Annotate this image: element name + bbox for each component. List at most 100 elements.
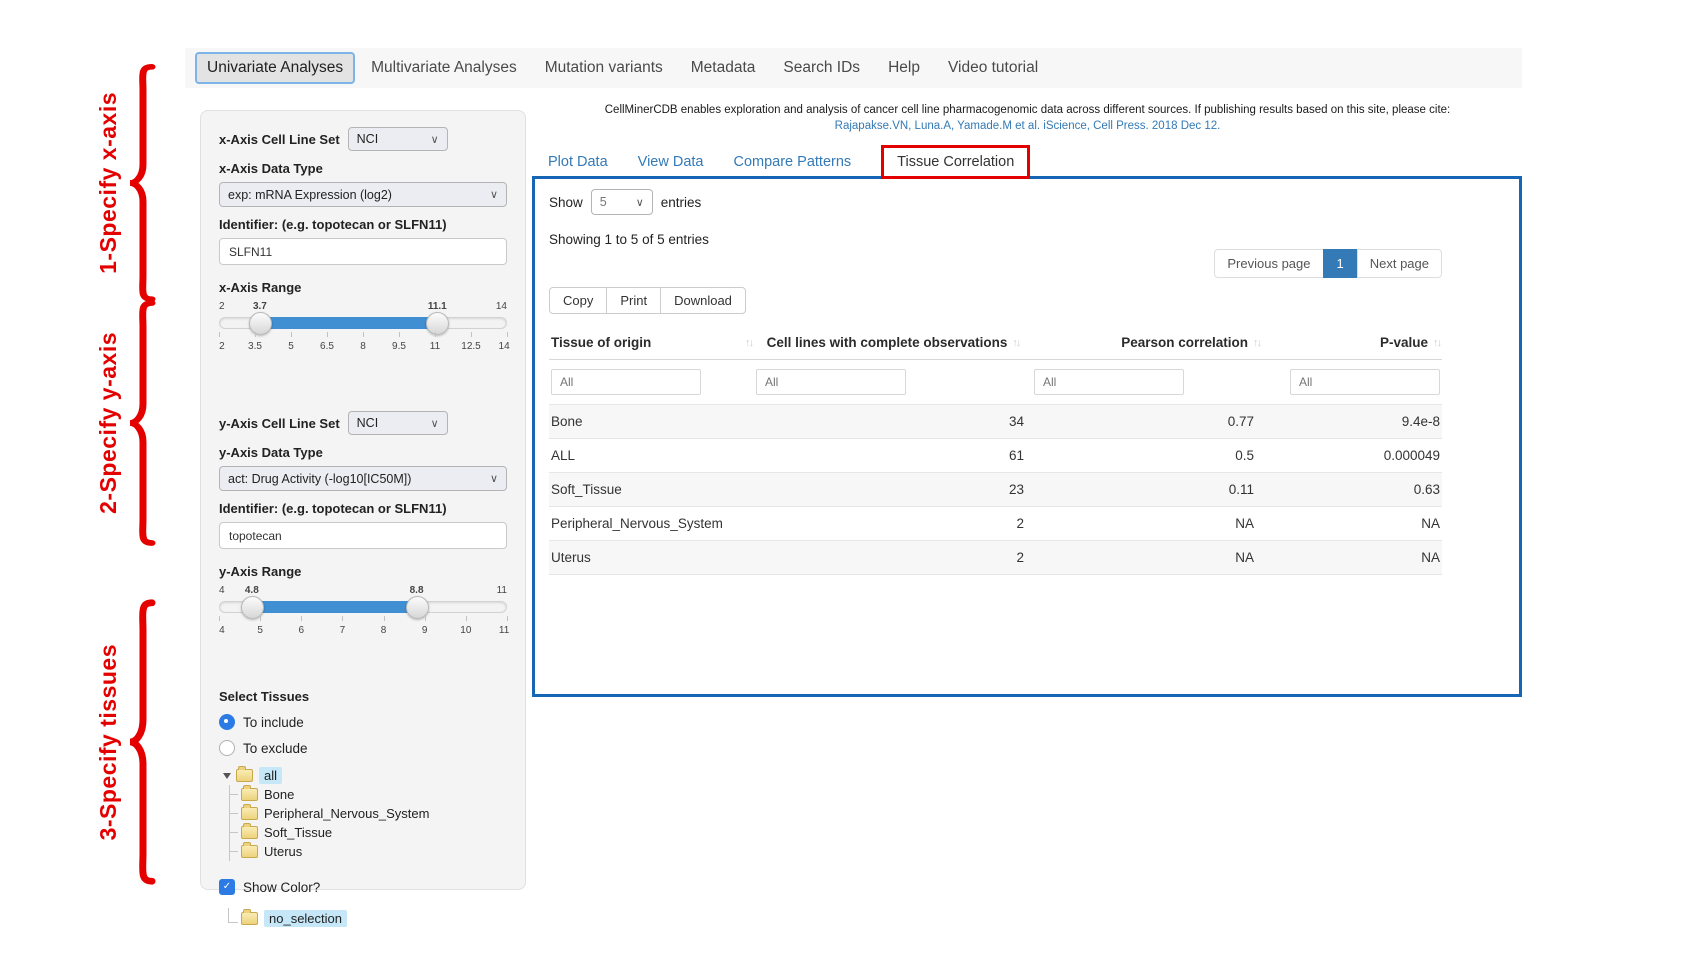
page-size-value: 5 (600, 195, 607, 209)
x-cell-line-set-value: NCI (357, 132, 379, 146)
subtab-tissue-correlation[interactable]: Tissue Correlation (881, 145, 1030, 179)
slider-selected-range (252, 601, 417, 613)
include-radio[interactable] (219, 714, 235, 730)
result-subtabs: Plot Data View Data Compare Patterns Tis… (548, 145, 1030, 179)
filter-pearson-input[interactable] (1034, 369, 1184, 395)
top-navbar: Univariate Analyses Multivariate Analyse… (185, 48, 1522, 88)
tab-video-tutorial[interactable]: Video tutorial (936, 52, 1050, 84)
y-axis-range-slider[interactable]: 4 4.8 8.8 11 4 5 6 7 8 9 10 11 (219, 585, 507, 647)
download-button[interactable]: Download (660, 287, 746, 314)
filter-tissue-input[interactable] (551, 369, 701, 395)
show-color-label: Show Color? (243, 880, 320, 895)
pagination: Previous page 1 Next page (549, 249, 1442, 278)
tree-node-uterus[interactable]: Uterus (264, 844, 302, 859)
folder-icon (241, 845, 258, 858)
citation: CellMinerCDB enables exploration and ana… (535, 104, 1520, 132)
y-cell-line-set-value: NCI (357, 416, 379, 430)
chevron-down-icon: ∨ (431, 133, 439, 146)
page-size-select[interactable]: 5 ∨ (591, 189, 653, 215)
chevron-down-icon: ∨ (490, 188, 498, 201)
folder-icon (236, 769, 253, 782)
table-row[interactable]: Soft_Tissue 23 0.11 0.63 (549, 473, 1442, 507)
table-row[interactable]: Uterus 2 NA NA (549, 541, 1442, 575)
folder-icon (241, 826, 258, 839)
export-buttons: Copy Print Download (549, 287, 746, 314)
print-button[interactable]: Print (606, 287, 661, 314)
next-page-button[interactable]: Next page (1357, 249, 1442, 278)
tree-expand-icon[interactable] (223, 773, 231, 779)
y-cell-line-set-label: y-Axis Cell Line Set (219, 416, 340, 431)
annotation-step-2-label: 2-Specify y-axis (95, 332, 122, 514)
y-range-high-value: 8.8 (410, 585, 424, 596)
show-color-checkbox[interactable]: ✓ (219, 879, 235, 895)
annotation-step-3-label: 3-Specify tissues (95, 644, 122, 840)
y-cell-line-set-select[interactable]: NCI ∨ (348, 411, 448, 435)
include-radio-label: To include (243, 715, 304, 730)
x-data-type-label: x-Axis Data Type (219, 161, 507, 176)
current-page-button[interactable]: 1 (1323, 249, 1358, 278)
tree-node-no-selection[interactable]: no_selection (264, 910, 347, 927)
y-data-type-value: act: Drug Activity (-log10[IC50M]) (228, 472, 411, 486)
previous-page-button[interactable]: Previous page (1214, 249, 1323, 278)
chevron-down-icon: ∨ (636, 196, 644, 209)
y-identifier-input[interactable] (219, 522, 507, 549)
x-identifier-label: Identifier: (e.g. topotecan or SLFN11) (219, 217, 507, 232)
citation-link[interactable]: Rajapakse.VN, Luna.A, Yamade.M et al. iS… (535, 120, 1520, 132)
sort-icon[interactable]: ↑↓ (745, 337, 752, 349)
x-data-type-value: exp: mRNA Expression (log2) (228, 188, 392, 202)
subtab-view-data[interactable]: View Data (638, 154, 704, 170)
tree-node-all[interactable]: all (259, 767, 282, 784)
table-info: Showing 1 to 5 of 5 entries (549, 232, 1442, 247)
sort-icon[interactable]: ↑↓ (1012, 337, 1019, 349)
brace-icon (124, 597, 158, 887)
x-range-min: 2 (219, 301, 225, 312)
x-data-type-select[interactable]: exp: mRNA Expression (log2) ∨ (219, 182, 507, 207)
slider-tick-labels: 4 5 6 7 8 9 10 11 (219, 625, 507, 637)
subtab-plot-data[interactable]: Plot Data (548, 154, 608, 170)
y-range-max: 11 (497, 585, 507, 596)
x-identifier-input[interactable] (219, 238, 507, 265)
folder-icon (241, 807, 258, 820)
y-range-label: y-Axis Range (219, 564, 507, 579)
column-header-tissue[interactable]: Tissue of origin↑↓ (549, 328, 754, 360)
x-range-label: x-Axis Range (219, 280, 507, 295)
x-cell-line-set-label: x-Axis Cell Line Set (219, 132, 340, 147)
subtab-compare-patterns[interactable]: Compare Patterns (733, 154, 851, 170)
table-row[interactable]: Bone 34 0.77 9.4e-8 (549, 405, 1442, 439)
x-range-max: 14 (496, 301, 507, 312)
x-axis-range-slider[interactable]: 2 3.7 11.1 14 2 3.5 5 6.5 8 9.5 11 12.5 … (219, 301, 507, 363)
column-header-cell-lines[interactable]: Cell lines with complete observations↑↓ (754, 328, 1032, 360)
table-row[interactable]: ALL 61 0.5 0.000049 (549, 439, 1442, 473)
tab-metadata[interactable]: Metadata (679, 52, 768, 84)
y-range-low-value: 4.8 (245, 585, 259, 596)
x-cell-line-set-select[interactable]: NCI ∨ (348, 127, 448, 151)
annotation-step-1-label: 1-Specify x-axis (95, 92, 122, 274)
tab-mutation-variants[interactable]: Mutation variants (533, 52, 675, 84)
x-range-high-value: 11.1 (428, 301, 447, 312)
tree-connector (228, 908, 238, 923)
filter-cell-lines-input[interactable] (756, 369, 906, 395)
tab-univariate-analyses[interactable]: Univariate Analyses (195, 52, 355, 84)
tree-node-bone[interactable]: Bone (264, 787, 294, 802)
tree-node-soft-tissue[interactable]: Soft_Tissue (264, 825, 332, 840)
copy-button[interactable]: Copy (549, 287, 607, 314)
chevron-down-icon: ∨ (431, 417, 439, 430)
column-header-pearson[interactable]: Pearson correlation↑↓ (1032, 328, 1262, 360)
exclude-radio[interactable] (219, 740, 235, 756)
check-icon: ✓ (223, 882, 231, 892)
control-sidebar: x-Axis Cell Line Set NCI ∨ x-Axis Data T… (200, 110, 526, 890)
slider-ticks (219, 616, 507, 622)
table-row[interactable]: Peripheral_Nervous_System 2 NA NA (549, 507, 1442, 541)
tab-multivariate-analyses[interactable]: Multivariate Analyses (359, 52, 529, 84)
y-data-type-select[interactable]: act: Drug Activity (-log10[IC50M]) ∨ (219, 466, 507, 491)
tab-help[interactable]: Help (876, 52, 932, 84)
show-label: Show (549, 195, 583, 210)
tree-node-peripheral-nervous-system[interactable]: Peripheral_Nervous_System (264, 806, 429, 821)
sort-icon[interactable]: ↑↓ (1433, 337, 1440, 349)
tab-search-ids[interactable]: Search IDs (771, 52, 872, 84)
sort-icon[interactable]: ↑↓ (1253, 337, 1260, 349)
column-header-pvalue[interactable]: P-value↑↓ (1262, 328, 1442, 360)
tissue-correlation-table: Tissue of origin↑↓ Cell lines with compl… (549, 328, 1442, 575)
folder-icon (241, 788, 258, 801)
filter-pvalue-input[interactable] (1290, 369, 1440, 395)
